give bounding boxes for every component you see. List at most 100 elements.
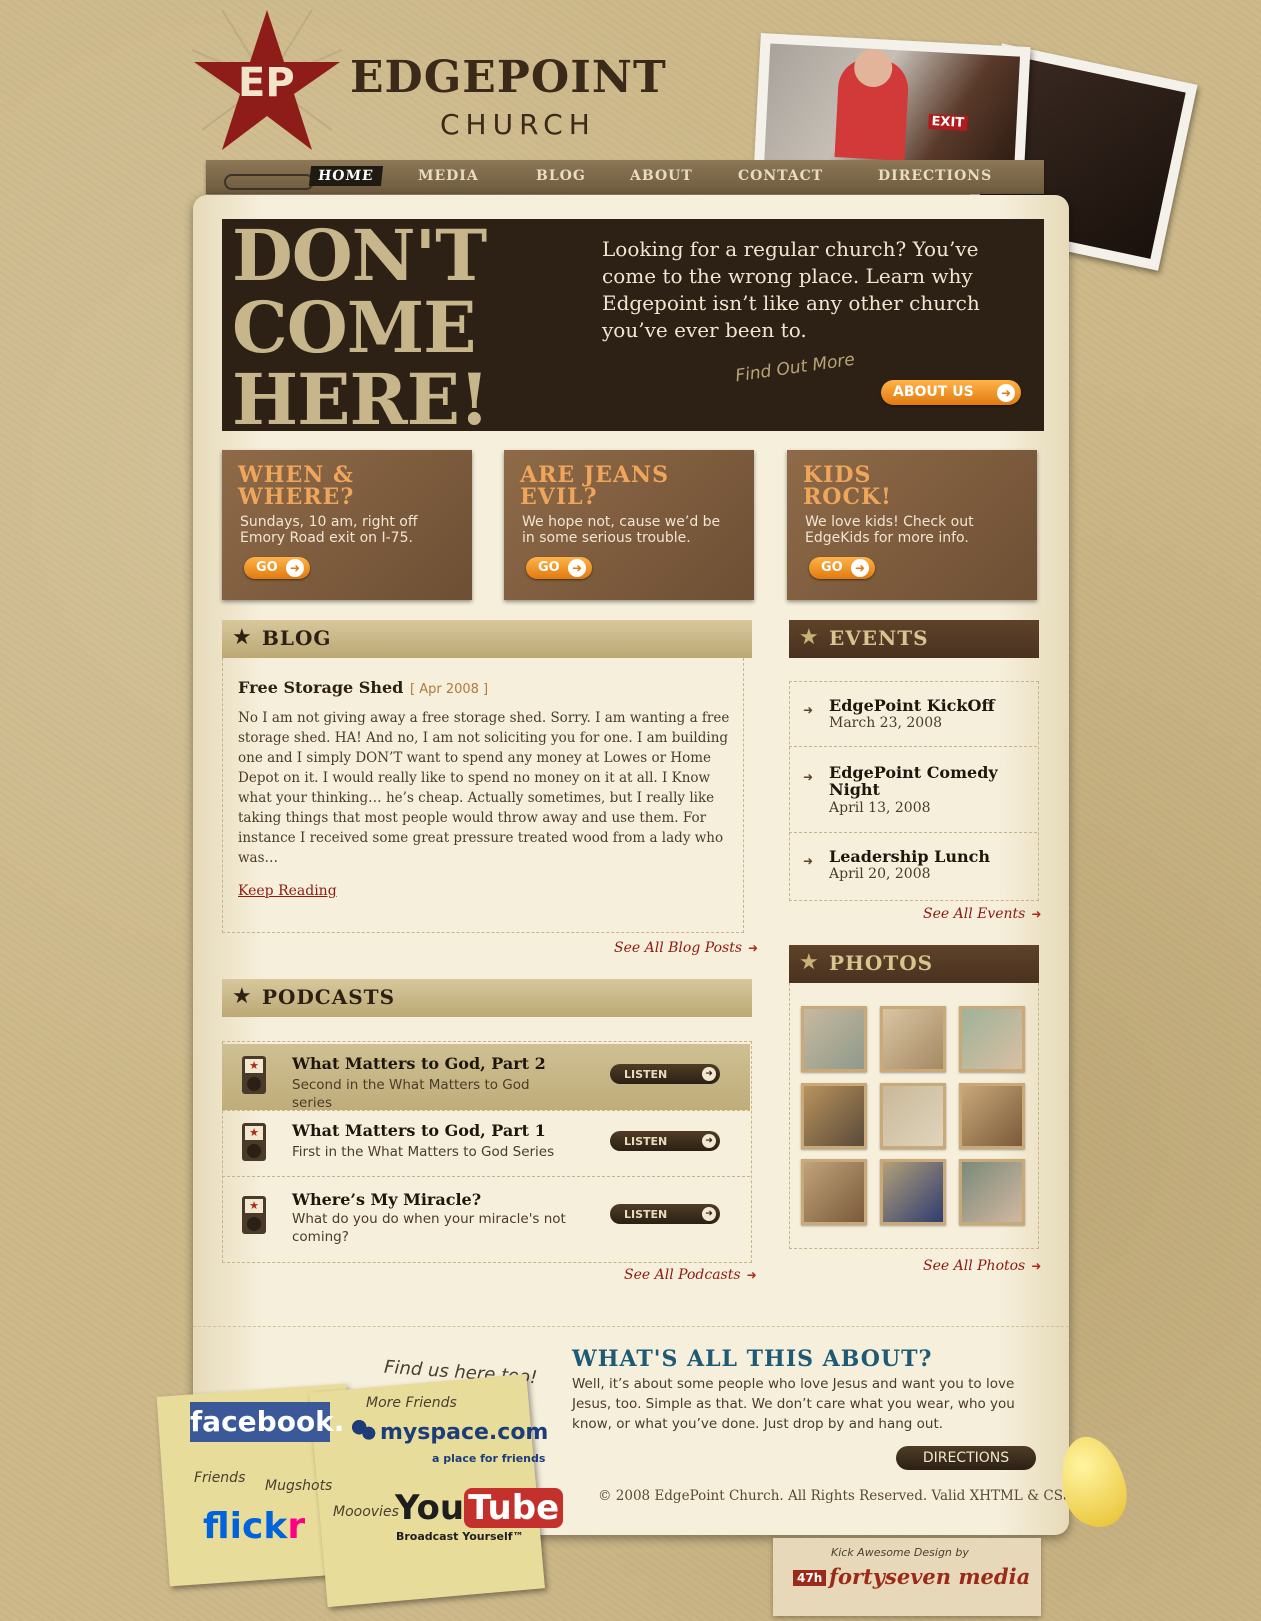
- event-title[interactable]: EdgePoint KickOff: [829, 697, 1029, 714]
- youtube-tagline: Broadcast Yourself™: [396, 1530, 524, 1543]
- see-all-blog-link[interactable]: See All Blog Posts ➜: [614, 940, 758, 956]
- star-icon: ★: [799, 950, 819, 975]
- podcast-title[interactable]: Where’s My Miracle?: [292, 1190, 481, 1209]
- about-us-label: ABOUT US: [893, 384, 974, 400]
- arrow-bullet-icon: ➜: [803, 770, 814, 784]
- youtube-logo[interactable]: You Tube: [395, 1488, 564, 1528]
- see-all-photos-link[interactable]: See All Photos ➜: [923, 1258, 1041, 1274]
- event-item[interactable]: ➜ EdgePoint Comedy Night April 13, 2008: [789, 764, 1039, 824]
- listen-label: LISTEN: [624, 1068, 668, 1081]
- divider: [222, 1176, 750, 1177]
- nav-contact[interactable]: CONTACT: [738, 168, 823, 184]
- facebook-note: Friends: [194, 1470, 246, 1486]
- events-header: ★ EVENTS: [789, 620, 1039, 658]
- arrow-right-icon: ➜: [702, 1067, 716, 1081]
- arrow-bullet-icon: ➜: [803, 703, 814, 717]
- photos-header: ★ PHOTOS: [789, 945, 1039, 983]
- photo-thumbnail[interactable]: [959, 1083, 1025, 1149]
- arrow-right-icon: ➜: [702, 1134, 716, 1148]
- promo-jeans[interactable]: ARE JEANS EVIL? We hope not, cause we’d …: [504, 450, 754, 600]
- youtube-note: Mooovies: [333, 1504, 399, 1520]
- podcast-desc: Second in the What Matters to God series: [292, 1077, 530, 1111]
- flickr-logo[interactable]: flickr: [203, 1506, 305, 1547]
- blog-post-date: [ Apr 2008 ]: [410, 682, 489, 697]
- promo-kids[interactable]: KIDS ROCK! We love kids! Check out EdgeK…: [787, 450, 1037, 600]
- exit-sign: EXIT: [928, 113, 968, 131]
- nav-media[interactable]: MEDIA: [418, 168, 479, 184]
- listen-label: LISTEN: [624, 1135, 668, 1148]
- podcast-title[interactable]: What Matters to God, Part 1: [292, 1121, 546, 1140]
- see-all-events-link[interactable]: See All Events ➜: [923, 906, 1041, 922]
- arrow-right-icon: ➜: [851, 559, 869, 577]
- nav-directions[interactable]: DIRECTIONS: [878, 168, 992, 184]
- nav-blog[interactable]: BLOG: [536, 168, 586, 184]
- photo-thumbnail[interactable]: [801, 1159, 867, 1225]
- go-button[interactable]: GO ➜: [526, 557, 592, 579]
- listen-button[interactable]: LISTEN ➜: [610, 1064, 720, 1084]
- event-item[interactable]: ➜ EdgePoint KickOff March 23, 2008: [789, 697, 1039, 737]
- event-title[interactable]: EdgePoint Comedy Night: [829, 764, 1029, 798]
- hero-headline: DON'T COME HERE!: [232, 214, 490, 441]
- arrow-right-icon: ➜: [1031, 907, 1042, 921]
- blog-header-title: BLOG: [262, 626, 332, 650]
- go-label: GO: [256, 560, 278, 575]
- arrow-right-icon: ➜: [702, 1207, 716, 1221]
- go-button[interactable]: GO ➜: [244, 557, 310, 579]
- myspace-people-icon: [352, 1420, 376, 1444]
- event-title[interactable]: Leadership Lunch: [829, 848, 1029, 865]
- logo-initials: EP: [238, 60, 295, 106]
- see-all-podcasts-label: See All Podcasts: [624, 1267, 741, 1283]
- youtube-logo-b: Tube: [464, 1488, 564, 1528]
- event-date: April 20, 2008: [829, 866, 931, 882]
- listen-button[interactable]: LISTEN ➜: [610, 1204, 720, 1224]
- logo-title[interactable]: EDGEPOINT: [350, 52, 667, 103]
- photo-thumbnail[interactable]: [959, 1006, 1025, 1072]
- about-title: WHAT'S ALL THIS ABOUT?: [572, 1346, 933, 1372]
- ipod-icon: ★: [242, 1123, 266, 1161]
- designer-credit[interactable]: Kick Awesome Design by 47h fortyseven me…: [773, 1538, 1041, 1616]
- flickr-logo-b: r: [287, 1506, 306, 1547]
- myspace-note: More Friends: [366, 1395, 457, 1411]
- photo-thumbnail[interactable]: [959, 1159, 1025, 1225]
- event-date: April 13, 2008: [829, 800, 931, 816]
- photo-thumbnail[interactable]: [880, 1159, 946, 1225]
- divider: [789, 832, 1037, 833]
- promo-desc: We hope not, cause we’d be in some serio…: [522, 514, 721, 546]
- promo-title: ARE JEANS EVIL?: [520, 462, 670, 510]
- listen-label: LISTEN: [624, 1208, 668, 1221]
- photo-thumbnail[interactable]: [880, 1083, 946, 1149]
- arrow-right-icon: ➜: [286, 559, 304, 577]
- photo-thumbnail[interactable]: [880, 1006, 946, 1072]
- promo-desc: Sundays, 10 am, right off Emory Road exi…: [240, 514, 418, 546]
- promo-title: WHEN & WHERE?: [238, 462, 355, 510]
- go-label: GO: [538, 560, 560, 575]
- podcast-row[interactable]: ★ What Matters to God, Part 1 First in t…: [222, 1111, 750, 1177]
- blog-header: ★ BLOG: [222, 620, 752, 658]
- blog-post-title[interactable]: Free Storage Shed: [238, 678, 403, 697]
- myspace-logo[interactable]: myspace.com: [380, 1420, 548, 1445]
- see-all-events-label: See All Events: [923, 906, 1026, 922]
- photo-thumbnail[interactable]: [801, 1006, 867, 1072]
- see-all-podcasts-link[interactable]: See All Podcasts ➜: [624, 1267, 757, 1283]
- star-icon: ★: [232, 625, 252, 650]
- keep-reading-link[interactable]: Keep Reading: [238, 883, 337, 899]
- arrow-right-icon: ➜: [1031, 1259, 1042, 1273]
- photo-thumbnail[interactable]: [801, 1083, 867, 1149]
- go-button[interactable]: GO ➜: [809, 557, 875, 579]
- event-item[interactable]: ➜ Leadership Lunch April 20, 2008: [789, 848, 1039, 888]
- podcast-row[interactable]: ★ Where’s My Miracle? What do you do whe…: [222, 1184, 750, 1256]
- credit-line: Kick Awesome Design by: [831, 1546, 969, 1559]
- about-us-button[interactable]: ABOUT US ➜: [881, 380, 1021, 405]
- facebook-logo[interactable]: facebook.: [190, 1402, 344, 1442]
- nav-home[interactable]: HOME: [308, 166, 383, 186]
- divider: [789, 746, 1037, 747]
- podcast-row[interactable]: ★ What Matters to God, Part 2 Second in …: [222, 1044, 750, 1111]
- hero-text: Looking for a regular church? You’ve com…: [602, 237, 980, 342]
- blog-post-body: No I am not giving away a free storage s…: [238, 710, 730, 866]
- listen-button[interactable]: LISTEN ➜: [610, 1131, 720, 1151]
- podcast-title[interactable]: What Matters to God, Part 2: [292, 1054, 546, 1073]
- nav-about[interactable]: ABOUT: [630, 168, 693, 184]
- main-nav: HOME MEDIA BLOG ABOUT CONTACT DIRECTIONS: [206, 160, 1044, 194]
- promo-when-where[interactable]: WHEN & WHERE? Sundays, 10 am, right off …: [222, 450, 472, 600]
- directions-button[interactable]: DIRECTIONS: [896, 1446, 1036, 1470]
